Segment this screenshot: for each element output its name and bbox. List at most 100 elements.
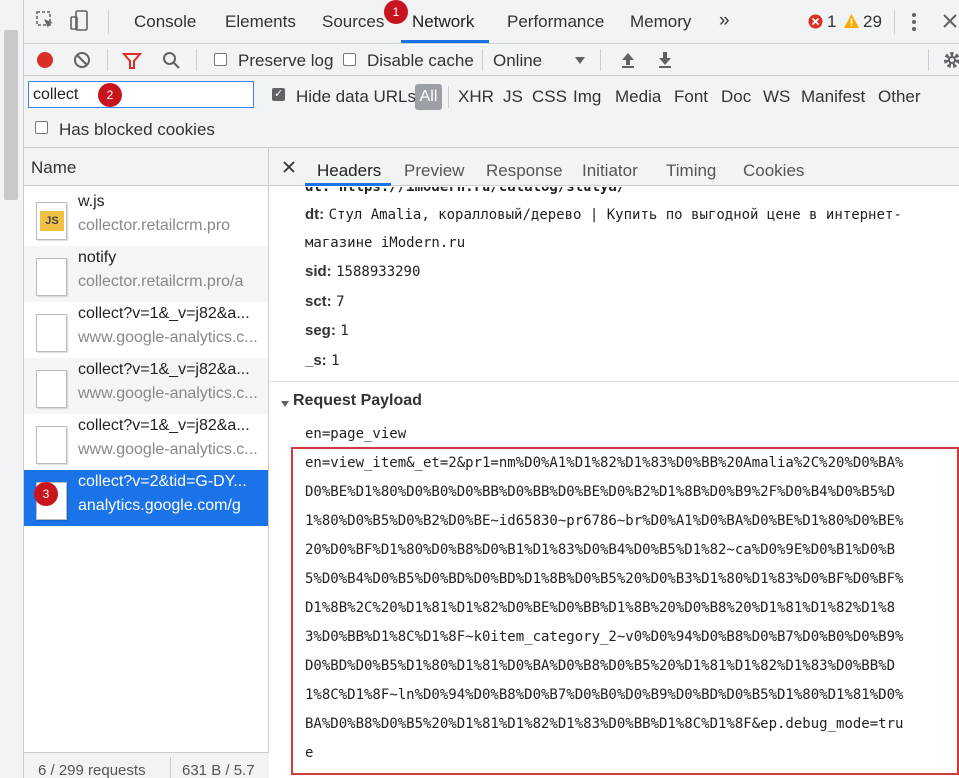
filter-type-font[interactable]: Font	[674, 87, 708, 107]
settings-gear-icon[interactable]	[942, 50, 959, 75]
filter-type-all[interactable]: All	[415, 84, 442, 110]
tab-response[interactable]: Response	[486, 161, 563, 181]
request-row[interactable]: collect?v=1&_v=j82&a... www.google-analy…	[24, 358, 269, 414]
filter-type-ws[interactable]: WS	[763, 87, 790, 107]
request-count: 6 / 299 requests	[38, 762, 146, 778]
payload-line: e	[305, 745, 314, 761]
filter-type-js[interactable]: JS	[503, 87, 523, 107]
request-row[interactable]: notify collector.retailcrm.pro/a	[24, 246, 269, 302]
param-key: seg:	[305, 322, 336, 339]
detail-tabs-bar: Headers Preview Response Initiator Timin…	[269, 148, 959, 186]
blocked-cookies-checkbox[interactable]	[35, 121, 48, 134]
annotation-badge-2: 2	[98, 83, 122, 107]
annotation-badge-1: 1	[384, 0, 408, 24]
tab-memory[interactable]: Memory	[630, 12, 691, 32]
hide-data-urls-label[interactable]: Hide data URLs	[296, 87, 416, 107]
tab-network[interactable]: Network	[412, 12, 474, 32]
annotation-badge-3: 3	[34, 482, 58, 506]
throttling-select[interactable]: Online	[493, 51, 542, 71]
payload-line: D0%BE%D1%80%D0%B0%D0%BB%D0%BB%D0%BE%D0%B…	[305, 484, 896, 500]
request-host: collector.retailcrm.pro	[78, 217, 231, 234]
tab-headers[interactable]: Headers	[317, 161, 381, 181]
close-devtools-icon[interactable]	[942, 13, 958, 34]
param-key: dt:	[305, 206, 325, 223]
param-key: sct:	[305, 293, 332, 310]
blocked-cookies-label[interactable]: Has blocked cookies	[59, 120, 215, 140]
filter-type-manifest[interactable]: Manifest	[801, 87, 865, 107]
error-icon[interactable]	[808, 14, 823, 34]
tab-timing[interactable]: Timing	[666, 161, 716, 181]
kebab-menu-icon[interactable]	[911, 12, 917, 37]
request-name: collect?v=1&_v=j82&a...	[78, 305, 250, 322]
js-file-icon: JS	[36, 202, 67, 240]
preserve-log-checkbox[interactable]	[214, 53, 227, 66]
param-value: Стул Amalia, коралловый/дерево | Купить …	[328, 207, 902, 223]
request-name: w.js	[78, 193, 105, 210]
param-value: 1588933290	[336, 264, 421, 280]
tab-performance[interactable]: Performance	[507, 12, 604, 32]
param-seg: seg: 1	[305, 322, 349, 340]
export-har-icon[interactable]	[657, 51, 673, 74]
filter-type-media[interactable]: Media	[615, 87, 661, 107]
request-row[interactable]: JS w.js collector.retailcrm.pro	[24, 190, 269, 246]
filter-type-other[interactable]: Other	[878, 87, 921, 107]
more-tabs-icon[interactable]: »	[719, 10, 730, 32]
filter-type-css[interactable]: CSS	[532, 87, 567, 107]
disable-cache-label[interactable]: Disable cache	[367, 51, 474, 71]
tab-initiator[interactable]: Initiator	[582, 161, 638, 181]
name-column-header[interactable]: Name	[24, 148, 269, 186]
search-icon[interactable]	[162, 51, 181, 75]
warning-count[interactable]: 29	[863, 12, 882, 32]
filter-type-doc[interactable]: Doc	[721, 87, 751, 107]
inspect-element-icon[interactable]	[36, 11, 56, 36]
tab-cookies[interactable]: Cookies	[743, 161, 804, 181]
left-scroll-strip	[0, 0, 24, 778]
param-dt-continued: магазине iModern.ru	[305, 235, 466, 251]
filter-input[interactable]	[28, 81, 254, 108]
request-row[interactable]: collect?v=1&_v=j82&a... www.google-analy…	[24, 302, 269, 358]
filter-type-xhr[interactable]: XHR	[458, 87, 494, 107]
record-button[interactable]	[36, 51, 54, 74]
import-har-icon[interactable]	[620, 51, 636, 74]
active-tab-indicator	[401, 40, 489, 43]
request-row-selected[interactable]: 3 collect?v=2&tid=G-DY... analytics.goog…	[24, 470, 269, 526]
active-detail-tab-indicator	[305, 183, 391, 186]
devtools-tab-bar: Console Elements Sources Network Perform…	[24, 0, 959, 44]
payload-title: Request Payload	[293, 392, 422, 409]
param-sct: sct: 7	[305, 293, 345, 311]
close-detail-icon[interactable]	[283, 160, 295, 178]
expand-triangle-icon[interactable]	[280, 396, 290, 414]
param-s: _s: 1	[305, 352, 340, 370]
scrollbar-thumb[interactable]	[4, 30, 18, 200]
payload-line: en=page_view	[305, 426, 407, 442]
filter-bar: 2 Hide data URLs All XHR JS CSS Img Medi…	[24, 76, 959, 148]
disable-cache-checkbox[interactable]	[343, 53, 356, 66]
payload-line: en=view_item&_et=2&pr1=nm%D0%A1%D1%82%D1…	[305, 455, 904, 471]
tab-preview[interactable]: Preview	[404, 161, 464, 181]
filter-type-img[interactable]: Img	[573, 87, 601, 107]
clear-icon[interactable]	[73, 51, 91, 74]
request-row[interactable]: collect?v=1&_v=j82&a... www.google-analy…	[24, 414, 269, 470]
request-host: collector.retailcrm.pro/a	[78, 273, 244, 290]
section-divider	[269, 381, 959, 382]
payload-line: D1%8B%2C%20%D1%81%D1%82%D0%BE%D0%BB%D1%8…	[305, 600, 896, 616]
error-count[interactable]: 1	[827, 12, 836, 32]
payload-line: D0%BD%D0%B5%D1%80%D1%81%D0%BA%D0%B8%D0%B…	[305, 658, 896, 674]
preserve-log-label[interactable]: Preserve log	[238, 51, 333, 71]
dropdown-arrow-icon[interactable]	[574, 53, 586, 71]
payload-line: 3%D0%BB%D1%8C%D1%8F~k0item_category_2~v0…	[305, 629, 904, 645]
tab-console[interactable]: Console	[134, 12, 196, 32]
tab-sources[interactable]: Sources	[322, 12, 384, 32]
param-value: 1	[340, 323, 349, 339]
param-dt: dt: Стул Amalia, коралловый/дерево | Куп…	[305, 206, 902, 224]
param-key: _s:	[305, 352, 327, 369]
hide-data-urls-checkbox[interactable]	[272, 87, 285, 101]
request-host: www.google-analytics.c...	[78, 385, 258, 402]
tab-elements[interactable]: Elements	[225, 12, 296, 32]
request-name: collect?v=1&_v=j82&a...	[78, 361, 250, 378]
payload-line: 5%D0%B4%D0%B5%D0%BD%D0%BD%D1%8B%D0%B5%20…	[305, 571, 904, 587]
request-host: www.google-analytics.c...	[78, 441, 258, 458]
device-toolbar-icon[interactable]	[70, 10, 92, 37]
filter-icon[interactable]	[121, 51, 143, 76]
warning-icon[interactable]	[843, 13, 860, 34]
